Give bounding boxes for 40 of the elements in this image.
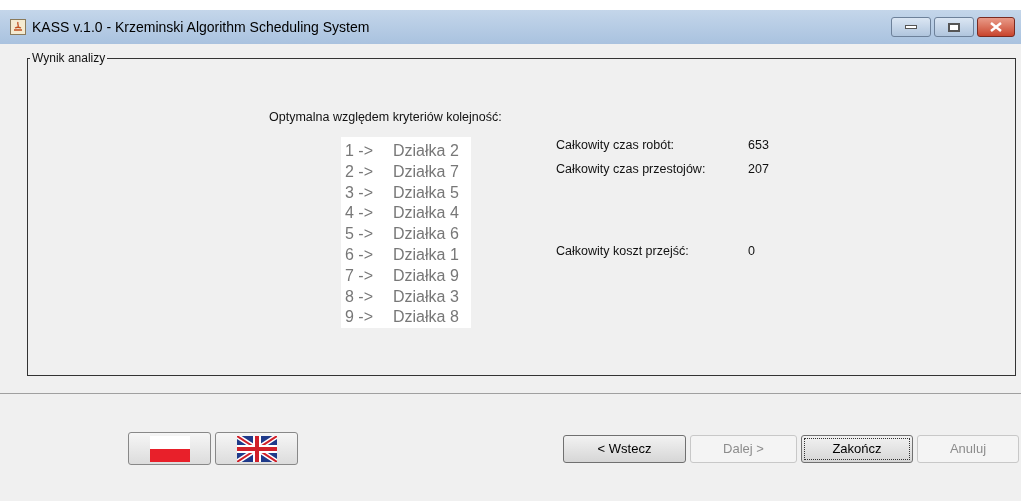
nav-button: Anuluj [917, 434, 1019, 463]
stat-label: Całkowity czas robót: [556, 137, 676, 153]
sequence-item: Działka 6 [393, 224, 459, 245]
stat-label: Całkowity koszt przejść: [556, 243, 690, 259]
sequence-index: 5 -> [345, 224, 374, 245]
nav-button[interactable]: < Wstecz [563, 434, 686, 463]
sequence-index: 7 -> [345, 265, 374, 286]
sequence-heading: Optymalna względem kryteriów kolejność: [269, 109, 503, 125]
sequence-item: Działka 3 [393, 286, 459, 307]
stat-value: 207 [748, 161, 769, 177]
sequence-index: 4 -> [345, 203, 374, 224]
stat-value: 653 [748, 137, 769, 153]
language-button[interactable] [215, 432, 298, 465]
sequence-item: Działka 8 [393, 307, 459, 328]
group-title: Wynik analizy [30, 50, 108, 66]
sequence-item: Działka 9 [393, 265, 459, 286]
sequence-item: Działka 4 [393, 203, 459, 224]
window-title: KASS v.1.0 - Krzeminski Algorithm Scheduling System [32, 17, 370, 37]
british-flag-icon [236, 435, 277, 462]
sequence-index: 9 -> [345, 307, 374, 328]
close-button[interactable] [977, 17, 1015, 37]
close-icon [990, 22, 1002, 32]
sequence-index: 1 -> [345, 141, 374, 161]
sequence-index: 6 -> [345, 245, 374, 265]
polish-flag-icon [149, 435, 190, 462]
sequence-index: 8 -> [345, 286, 374, 307]
sequence-item: Działka 2 [393, 141, 459, 161]
language-button[interactable] [128, 432, 211, 465]
nav-button: Dalej > [690, 434, 797, 463]
stat-value: 0 [748, 243, 755, 259]
sequence-item: Działka 7 [393, 161, 459, 182]
sequence-index: 3 -> [345, 182, 374, 203]
stat-label: Całkowity czas przestojów: [556, 161, 707, 177]
sequence-index: 2 -> [345, 161, 374, 182]
nav-button[interactable]: Zakończ [801, 434, 913, 463]
sequence-item: Działka 1 [393, 245, 459, 265]
minimize-button[interactable] [891, 17, 931, 37]
app-icon [10, 19, 26, 35]
sequence-item: Działka 5 [393, 182, 459, 203]
maximize-button[interactable] [934, 17, 974, 37]
